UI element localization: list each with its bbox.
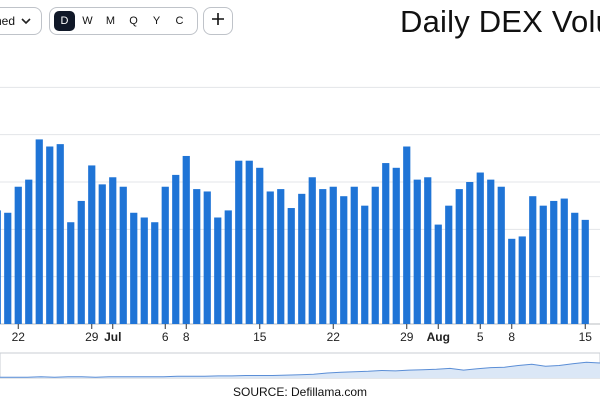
bar [203, 191, 211, 324]
bar [140, 217, 148, 324]
bar [382, 163, 390, 324]
bar [350, 186, 358, 324]
plus-icon [211, 12, 225, 31]
bar [88, 165, 96, 324]
bar [518, 236, 526, 324]
bar [487, 179, 495, 324]
bar [476, 172, 484, 324]
bar [172, 174, 180, 324]
bar [98, 184, 106, 324]
bar [214, 217, 222, 324]
source-caption: SOURCE: Defillama.com [232, 385, 368, 399]
bar [224, 210, 232, 324]
chevron-down-icon [21, 17, 31, 25]
x-tick-label: 8 [183, 330, 190, 344]
bar [46, 146, 54, 324]
bar [35, 139, 43, 324]
bar [308, 177, 316, 324]
bar [550, 200, 558, 324]
bar [298, 193, 306, 324]
bar [161, 186, 169, 324]
bar [413, 179, 421, 324]
stack-select-label: ned [0, 14, 16, 28]
x-tick-label: 29 [400, 330, 414, 344]
x-tick-label: 8 [508, 330, 515, 344]
bar [4, 212, 12, 324]
bar [182, 155, 190, 324]
bar [56, 144, 64, 324]
x-tick-label: 22 [327, 330, 341, 344]
x-tick-label: Jul [104, 330, 121, 344]
period-weekly-button[interactable]: W [77, 11, 98, 31]
bar-chart: 22 29 Jul 6 8 15 22 29 Aug 5 8 15 [0, 86, 600, 379]
bar [497, 186, 505, 324]
bar [151, 222, 159, 324]
bar [245, 160, 253, 324]
bar [571, 212, 579, 324]
bar [256, 167, 264, 324]
bar [361, 205, 369, 324]
bar [560, 198, 568, 324]
bar [14, 186, 22, 324]
x-tick-label: Aug [427, 330, 450, 344]
bar [109, 177, 117, 324]
bar [235, 160, 243, 324]
bar [193, 189, 201, 324]
bar [77, 200, 85, 324]
bar [277, 189, 285, 324]
period-monthly-button[interactable]: M [100, 11, 121, 31]
bar [371, 186, 379, 324]
bar [539, 205, 547, 324]
add-button[interactable] [203, 7, 233, 35]
period-quarterly-button[interactable]: Q [123, 11, 144, 31]
bar [67, 222, 75, 324]
bar [434, 224, 442, 324]
stack-select[interactable]: ned [0, 7, 42, 35]
bar [392, 167, 400, 324]
x-tick-label: 6 [162, 330, 169, 344]
bar [329, 186, 337, 324]
period-toggle-group: D W M Q Y C [49, 7, 198, 35]
bar [0, 210, 1, 324]
bar [403, 146, 411, 324]
bar [424, 177, 432, 324]
x-tick-label: 15 [579, 330, 593, 344]
bar [287, 208, 295, 324]
bar [119, 186, 127, 324]
bar [445, 205, 453, 324]
x-tick-label: 5 [477, 330, 484, 344]
bar [466, 182, 474, 324]
period-yearly-button[interactable]: Y [146, 11, 167, 31]
bar [340, 196, 348, 324]
bar [455, 189, 463, 324]
chart-title: Daily DEX Volu [400, 4, 600, 39]
bar [581, 219, 589, 324]
x-tick-label: 22 [12, 330, 26, 344]
x-tick-label: 29 [85, 330, 99, 344]
bar [25, 179, 33, 324]
bar [319, 189, 327, 324]
x-tick-label: 15 [253, 330, 267, 344]
bar [130, 212, 138, 324]
bar [529, 196, 537, 324]
bar [508, 238, 516, 324]
bar [266, 191, 274, 324]
period-cumulative-button[interactable]: C [169, 11, 190, 31]
period-daily-button[interactable]: D [54, 11, 75, 31]
